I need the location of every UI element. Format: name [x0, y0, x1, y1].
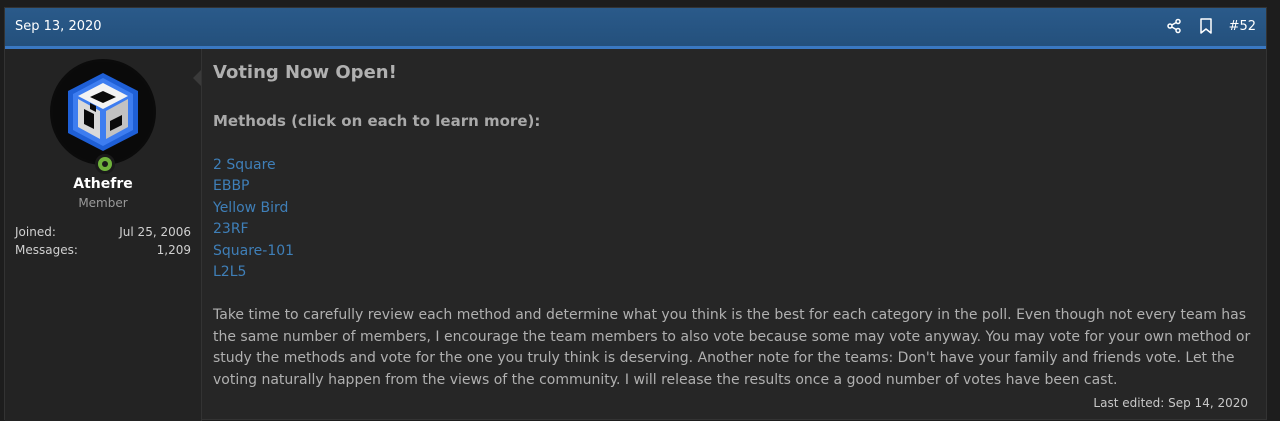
user-title: Member: [78, 196, 128, 210]
post-actions: #52: [1165, 17, 1256, 35]
message-arrow: [193, 70, 201, 86]
stat-label: Joined:: [15, 225, 56, 239]
stat-joined: Joined: Jul 25, 2006: [15, 225, 191, 239]
method-link[interactable]: L2L5: [213, 262, 294, 283]
method-link[interactable]: 23RF: [213, 219, 294, 240]
post-header: Sep 13, 2020 #52: [5, 8, 1266, 49]
method-link[interactable]: 2 Square: [213, 155, 294, 176]
avatar[interactable]: [50, 59, 156, 165]
method-link[interactable]: Yellow Bird: [213, 198, 294, 219]
method-links: 2 Square EBBP Yellow Bird 23RF Square-10…: [213, 155, 294, 283]
method-link[interactable]: EBBP: [213, 176, 294, 197]
online-status-icon: [95, 154, 115, 174]
avatar-wrap: [50, 59, 156, 174]
user-sidebar: Athefre Member Joined: Jul 25, 2006 Mess…: [5, 49, 202, 421]
post-date[interactable]: Sep 13, 2020: [15, 19, 102, 34]
post-paragraph: Take time to carefully review each metho…: [213, 307, 1251, 388]
bookmark-icon[interactable]: [1197, 17, 1215, 35]
stat-messages: Messages: 1,209: [15, 243, 191, 257]
username-link[interactable]: Athefre: [5, 176, 201, 192]
stat-value[interactable]: 1,209: [157, 243, 191, 257]
post-number-link[interactable]: #52: [1229, 19, 1256, 34]
stat-value: Jul 25, 2006: [119, 225, 191, 239]
post-heading: Voting Now Open!: [213, 62, 397, 83]
forum-post: Sep 13, 2020 #52 Athefre Member Joined: …: [4, 7, 1267, 421]
last-edited-note: Last edited: Sep 14, 2020: [1093, 396, 1248, 410]
method-link[interactable]: Square-101: [213, 241, 294, 262]
share-icon[interactable]: [1165, 17, 1183, 35]
stat-label: Messages:: [15, 243, 78, 257]
post-subheading: Methods (click on each to learn more):: [213, 112, 541, 130]
